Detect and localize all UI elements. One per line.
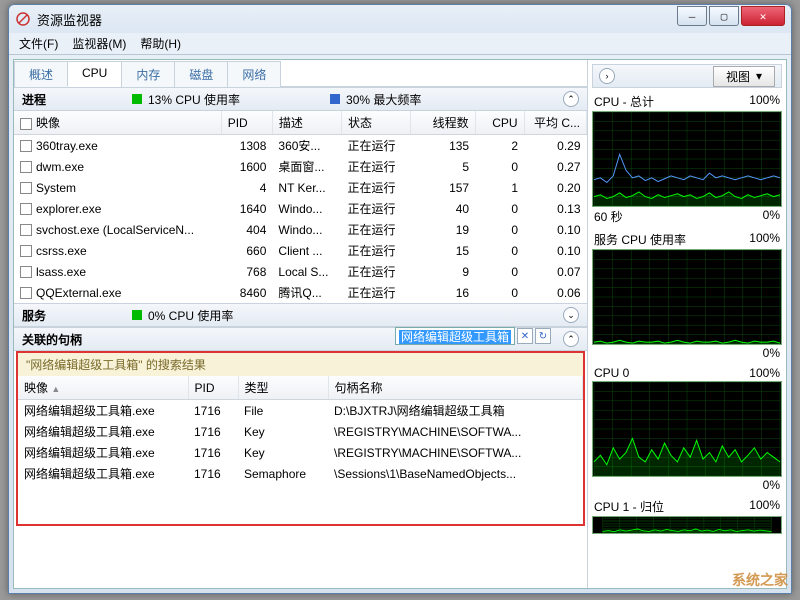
handle-row[interactable]: 网络编辑超级工具箱.exe1716Semaphore\Sessions\1\Ba… <box>18 463 583 484</box>
handles-title: 关联的句柄 <box>22 331 102 348</box>
sort-asc-icon: ▲ <box>51 384 60 394</box>
process-row[interactable]: System4NT Ker...正在运行15710.20 <box>14 177 587 198</box>
checkbox-all[interactable] <box>20 118 32 130</box>
hcol-type[interactable]: 类型 <box>238 376 328 400</box>
tab-network[interactable]: 网络 <box>227 61 281 87</box>
charts-collapse-icon[interactable]: › <box>599 68 615 84</box>
collapse-handles-icon[interactable]: ⌃ <box>563 331 579 347</box>
tabs: 概述 CPU 内存 磁盘 网络 <box>14 60 587 87</box>
handle-row[interactable]: 网络编辑超级工具箱.exe1716Key\REGISTRY\MACHINE\SO… <box>18 421 583 442</box>
col-threads[interactable]: 线程数 <box>411 111 476 135</box>
menu-file[interactable]: 文件(F) <box>19 35 58 52</box>
tab-disk[interactable]: 磁盘 <box>174 61 228 87</box>
svc-cpu-label: 0% CPU 使用率 <box>148 307 233 324</box>
collapse-icon[interactable]: ⌃ <box>563 91 579 107</box>
col-image[interactable]: 映像 <box>14 111 221 135</box>
charts-toolbar: › 视图▾ <box>592 64 782 88</box>
col-desc[interactable]: 描述 <box>272 111 341 135</box>
checkbox[interactable] <box>20 266 32 278</box>
maximize-button[interactable]: ▢ <box>709 6 739 26</box>
close-button[interactable]: ✕ <box>741 6 785 26</box>
hcol-pid[interactable]: PID <box>188 376 238 400</box>
cpu-usage-label: 13% CPU 使用率 <box>148 91 240 108</box>
window-title: 资源监视器 <box>37 10 677 29</box>
chart-service-cpu: 服务 CPU 使用率100% 0% <box>592 230 782 361</box>
handles-search-input[interactable]: 网络编辑超级工具箱 <box>395 327 515 345</box>
tab-cpu[interactable]: CPU <box>67 61 122 87</box>
col-pid[interactable]: PID <box>221 111 272 135</box>
max-freq-icon <box>330 94 340 104</box>
menu-monitor[interactable]: 监视器(M) <box>72 35 126 52</box>
col-avgcpu[interactable]: 平均 C... <box>524 111 586 135</box>
menubar: 文件(F) 监视器(M) 帮助(H) <box>9 33 791 55</box>
hcol-image[interactable]: 映像 ▲ <box>18 376 188 400</box>
cpu-usage-icon <box>132 94 142 104</box>
handle-row[interactable]: 网络编辑超级工具箱.exe1716Key\REGISTRY\MACHINE\SO… <box>18 442 583 463</box>
chart-cpu-total: CPU - 总计100% 60 秒0% <box>592 92 782 226</box>
col-status[interactable]: 状态 <box>341 111 410 135</box>
titlebar[interactable]: 资源监视器 — ▢ ✕ <box>9 5 791 33</box>
checkbox[interactable] <box>20 224 32 236</box>
search-button[interactable]: ↻ <box>535 328 551 344</box>
process-row[interactable]: QQExternal.exe8460腾讯Q...正在运行1600.06 <box>14 282 587 303</box>
col-cpu[interactable]: CPU <box>475 111 524 135</box>
checkbox[interactable] <box>20 140 32 152</box>
handle-row[interactable]: 网络编辑超级工具箱.exe1716FileD:\BJXTRJ\网络编辑超级工具箱 <box>18 400 583 422</box>
chart-cpu0: CPU 0100% 0% <box>592 365 782 493</box>
svc-cpu-icon <box>132 310 142 320</box>
process-row[interactable]: svchost.exe (LocalServiceN...404Windo...… <box>14 219 587 240</box>
processes-header[interactable]: 进程 13% CPU 使用率 30% 最大频率 ⌃ <box>14 87 587 111</box>
dropdown-icon: ▾ <box>756 69 762 83</box>
chart-cpu1: CPU 1 - 归位100% <box>592 497 782 534</box>
process-row[interactable]: dwm.exe1600桌面窗...正在运行500.27 <box>14 156 587 177</box>
app-icon <box>15 11 31 27</box>
minimize-button[interactable]: — <box>677 6 707 26</box>
tab-memory[interactable]: 内存 <box>121 61 175 87</box>
checkbox[interactable] <box>20 203 32 215</box>
processes-title: 进程 <box>22 91 102 108</box>
process-row[interactable]: explorer.exe1640Windo...正在运行4000.13 <box>14 198 587 219</box>
clear-search-button[interactable]: ✕ <box>517 328 533 344</box>
expand-icon[interactable]: ⌄ <box>563 307 579 323</box>
process-row[interactable]: lsass.exe768Local S...正在运行900.07 <box>14 261 587 282</box>
checkbox[interactable] <box>20 161 32 173</box>
hcol-name[interactable]: 句柄名称 <box>328 376 583 400</box>
menu-help[interactable]: 帮助(H) <box>140 35 181 52</box>
process-row[interactable]: csrss.exe660Client ...正在运行1500.10 <box>14 240 587 261</box>
checkbox[interactable] <box>20 287 32 299</box>
search-results-banner: "网络编辑超级工具箱" 的搜索结果 <box>18 353 583 376</box>
tab-overview[interactable]: 概述 <box>14 61 68 87</box>
processes-table: 映像 PID 描述 状态 线程数 CPU 平均 C... 360tray.exe… <box>14 111 587 303</box>
handles-header[interactable]: 关联的句柄 网络编辑超级工具箱 ✕ ↻ ⌃ <box>14 327 587 351</box>
checkbox[interactable] <box>20 182 32 194</box>
handles-table: 映像 ▲ PID 类型 句柄名称 网络编辑超级工具箱.exe1716FileD:… <box>18 376 583 484</box>
services-title: 服务 <box>22 307 102 324</box>
view-button[interactable]: 视图▾ <box>713 66 775 87</box>
resource-monitor-window: 资源监视器 — ▢ ✕ 文件(F) 监视器(M) 帮助(H) 概述 CPU 内存… <box>8 4 792 594</box>
process-row[interactable]: 360tray.exe1308360安...正在运行13520.29 <box>14 135 587 157</box>
services-header[interactable]: 服务 0% CPU 使用率 ⌄ <box>14 303 587 327</box>
max-freq-label: 30% 最大频率 <box>346 91 421 108</box>
checkbox[interactable] <box>20 245 32 257</box>
